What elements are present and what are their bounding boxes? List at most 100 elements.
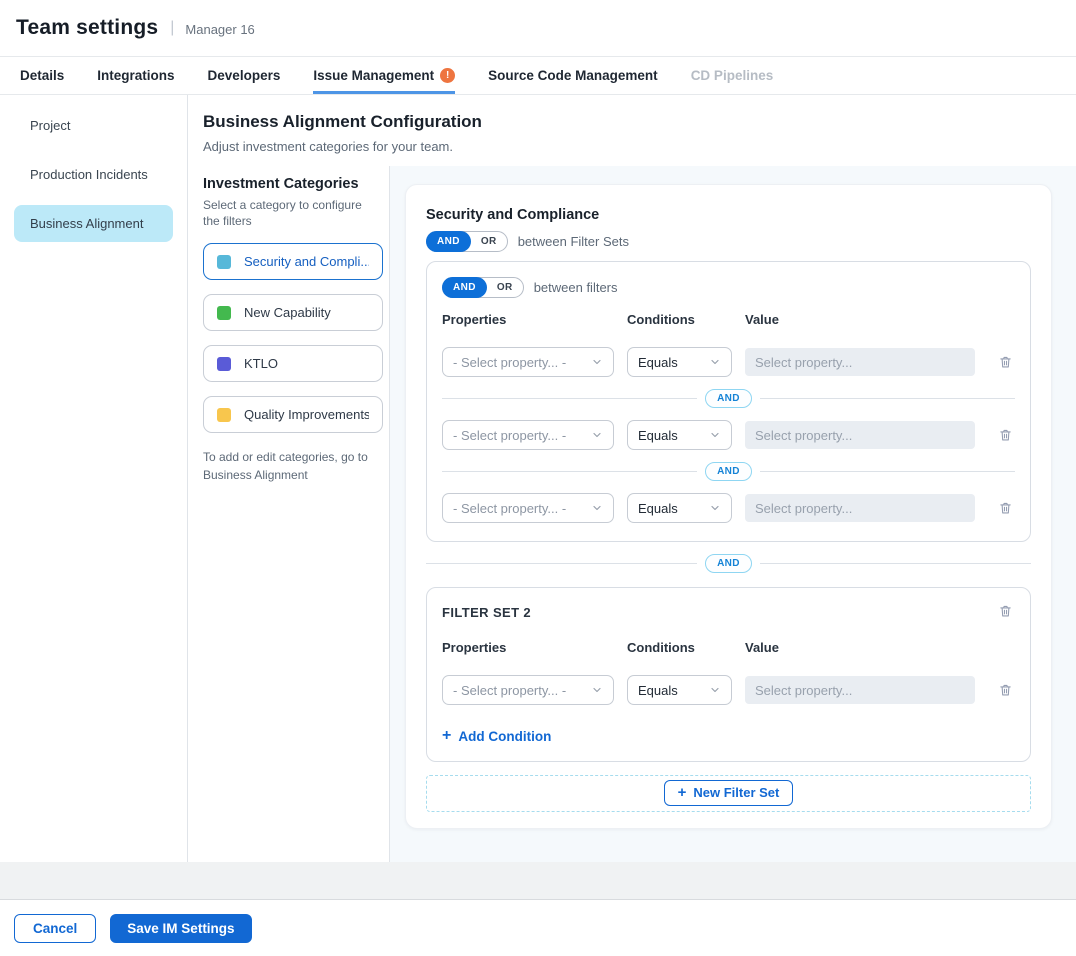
delete-filter-button[interactable] xyxy=(996,498,1015,518)
new-filter-set-zone: + New Filter Set xyxy=(426,775,1031,812)
property-select[interactable]: - Select property... - xyxy=(442,675,614,705)
filter-row: - Select property... - Equals xyxy=(442,420,1015,450)
set-operator-toggle[interactable]: AND OR xyxy=(426,231,508,252)
page-title-block: Business Alignment Configuration Adjust … xyxy=(188,95,1076,166)
tab-integrations[interactable]: Integrations xyxy=(97,57,174,94)
filter-set-2: FILTER SET 2 Properties Conditions Value xyxy=(426,587,1031,762)
delete-filter-button[interactable] xyxy=(996,425,1015,445)
delete-filter-button[interactable] xyxy=(996,352,1015,372)
filter-operator-toggle[interactable]: AND OR xyxy=(442,277,524,298)
team-name: Manager 16 xyxy=(185,20,254,37)
chevron-down-icon xyxy=(709,356,721,368)
app-title: Team settings xyxy=(16,16,158,40)
value-header: Value xyxy=(745,312,975,327)
filters-title: Security and Compliance xyxy=(426,207,1031,223)
conditions-header: Conditions xyxy=(627,640,732,655)
condition-select[interactable]: Equals xyxy=(627,347,732,377)
new-filter-set-button[interactable]: + New Filter Set xyxy=(664,780,794,806)
value-input[interactable] xyxy=(745,676,975,704)
filter-row: - Select property... - Equals xyxy=(442,347,1015,377)
value-input[interactable] xyxy=(745,494,975,522)
properties-header: Properties xyxy=(442,640,614,655)
category-color-swatch xyxy=(217,255,231,269)
categories-description: Select a category to configure the filte… xyxy=(203,197,371,229)
chevron-down-icon xyxy=(591,502,603,514)
category-ktlo[interactable]: KTLO xyxy=(203,345,383,382)
value-header: Value xyxy=(745,640,975,655)
value-input[interactable] xyxy=(745,348,975,376)
between-sets-label: between Filter Sets xyxy=(518,234,629,249)
columns-row: Investment Categories Select a category … xyxy=(188,166,1076,862)
app-header: Team settings | Manager 16 xyxy=(0,0,1076,57)
plus-icon: + xyxy=(678,784,687,801)
add-condition-button[interactable]: + Add Condition xyxy=(442,727,551,745)
column-headers: Properties Conditions Value xyxy=(442,312,1015,327)
category-new-capability[interactable]: New Capability xyxy=(203,294,383,331)
tab-source-code-management[interactable]: Source Code Management xyxy=(488,57,658,94)
properties-header: Properties xyxy=(442,312,614,327)
and-connector-pill: AND xyxy=(705,462,752,481)
filter-set-2-header: FILTER SET 2 xyxy=(442,601,1015,621)
filters-card: Security and Compliance AND OR between F… xyxy=(405,184,1052,829)
property-select[interactable]: - Select property... - xyxy=(442,420,614,450)
trash-icon xyxy=(998,500,1013,516)
categories-heading: Investment Categories xyxy=(203,176,381,192)
condition-select[interactable]: Equals xyxy=(627,420,732,450)
chevron-down-icon xyxy=(709,429,721,441)
between-sets-connector: AND xyxy=(426,554,1031,573)
between-filters-operator-row: AND OR between filters xyxy=(442,277,1015,298)
spacer-strip xyxy=(0,862,1076,899)
alert-badge-icon: ! xyxy=(440,68,455,83)
property-select[interactable]: - Select property... - xyxy=(442,493,614,523)
trash-icon xyxy=(998,682,1013,698)
or-option[interactable]: OR xyxy=(487,282,523,293)
category-color-swatch xyxy=(217,408,231,422)
trash-icon xyxy=(998,603,1013,619)
content-area: Project Production Incidents Business Al… xyxy=(0,95,1076,862)
condition-select[interactable]: Equals xyxy=(627,493,732,523)
and-connector-pill: AND xyxy=(705,554,752,573)
chevron-down-icon xyxy=(591,429,603,441)
category-color-swatch xyxy=(217,306,231,320)
title-separator: | xyxy=(170,19,174,37)
tab-details[interactable]: Details xyxy=(20,57,64,94)
category-security-and-compliance[interactable]: Security and Compli... xyxy=(203,243,383,280)
tab-issue-management[interactable]: Issue Management ! xyxy=(313,57,455,94)
sidebar-item-project[interactable]: Project xyxy=(14,107,173,144)
trash-icon xyxy=(998,427,1013,443)
settings-sidebar: Project Production Incidents Business Al… xyxy=(0,95,188,862)
investment-categories-panel: Investment Categories Select a category … xyxy=(188,166,390,862)
filters-pane: Security and Compliance AND OR between F… xyxy=(390,166,1076,862)
tab-cd-pipelines: CD Pipelines xyxy=(691,57,774,94)
value-input[interactable] xyxy=(745,421,975,449)
and-option[interactable]: AND xyxy=(426,231,471,252)
sidebar-item-business-alignment[interactable]: Business Alignment xyxy=(14,205,173,242)
and-connector: AND xyxy=(442,389,1015,408)
save-im-settings-button[interactable]: Save IM Settings xyxy=(110,914,251,943)
between-sets-operator-row: AND OR between Filter Sets xyxy=(426,231,1031,252)
category-quality-improvements[interactable]: Quality Improvements xyxy=(203,396,383,433)
and-connector: AND xyxy=(442,462,1015,481)
filter-row: - Select property... - Equals xyxy=(442,493,1015,523)
delete-filter-set-button[interactable] xyxy=(996,601,1015,621)
footer-actions: Cancel Save IM Settings xyxy=(0,899,1076,956)
trash-icon xyxy=(998,354,1013,370)
filter-set-1: AND OR between filters Properties Condit… xyxy=(426,261,1031,542)
tab-developers[interactable]: Developers xyxy=(208,57,281,94)
filter-row: - Select property... - Equals xyxy=(442,675,1015,705)
and-option[interactable]: AND xyxy=(442,277,487,298)
property-select[interactable]: - Select property... - xyxy=(442,347,614,377)
or-option[interactable]: OR xyxy=(471,236,507,247)
categories-note: To add or edit categories, go to Busines… xyxy=(203,449,368,484)
delete-filter-button[interactable] xyxy=(996,680,1015,700)
cancel-button[interactable]: Cancel xyxy=(14,914,96,943)
between-filters-label: between filters xyxy=(534,280,618,295)
sidebar-item-production-incidents[interactable]: Production Incidents xyxy=(14,156,173,193)
and-connector-pill: AND xyxy=(705,389,752,408)
conditions-header: Conditions xyxy=(627,312,732,327)
category-color-swatch xyxy=(217,357,231,371)
column-headers: Properties Conditions Value xyxy=(442,640,1015,655)
filter-set-2-title: FILTER SET 2 xyxy=(442,601,531,620)
chevron-down-icon xyxy=(591,356,603,368)
condition-select[interactable]: Equals xyxy=(627,675,732,705)
